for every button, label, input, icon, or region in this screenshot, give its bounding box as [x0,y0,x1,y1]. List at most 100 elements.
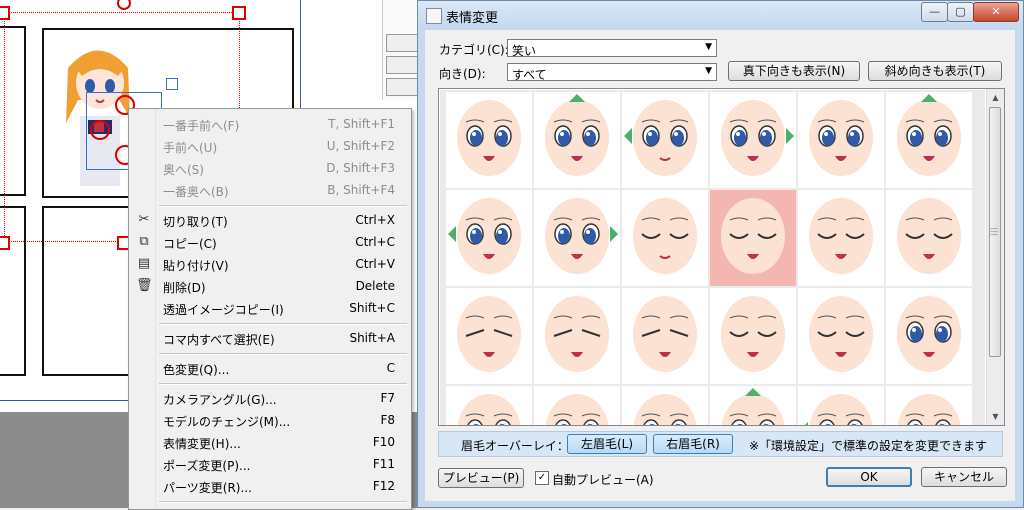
face-icon [721,198,785,274]
expression-thumbnail[interactable] [710,386,796,425]
menu-separator [159,323,407,325]
auto-preview-label[interactable]: 自動プレビュー(A) [552,471,654,488]
menu-item-shortcut: D, Shift+F3 [326,161,395,175]
expression-grid[interactable]: ▲ — — — ▼ [438,88,1005,426]
menu-item-shortcut: Ctrl+C [355,235,395,249]
menu-item-label: 色変更(Q)... [163,363,230,377]
left-eyebrow-button[interactable]: 左眉毛(L) [567,434,647,454]
joint-handle[interactable] [90,120,110,140]
resize-handle[interactable] [232,6,246,20]
expression-thumbnail[interactable] [710,288,796,384]
menu-item-paste[interactable]: ▤ 貼り付け(V) Ctrl+V [131,253,409,275]
expression-thumbnail[interactable] [534,92,620,188]
dialog-body: カテゴリ(C): 笑い ▼ 向き(D): すべて ▼ 真下向きも表示(N) 斜め… [425,30,1015,501]
menu-item-shortcut: Ctrl+X [355,213,395,227]
face-icon [809,100,873,176]
context-menu: 一番手前へ(F) T, Shift+F1 手前へ(U) U, Shift+F2 … [128,108,412,510]
resize-handle[interactable] [0,236,10,250]
menu-item-select-all-in-panel[interactable]: コマ内すべて選択(E) Shift+A [131,327,409,349]
face-icon [721,296,785,372]
expression-thumbnail[interactable] [534,386,620,425]
category-select[interactable]: 笑い ▼ [507,39,717,58]
menu-item-change-expression[interactable]: 表情変更(H)... F10 [131,431,409,453]
menu-item-shortcut: F7 [380,391,395,405]
scroll-up-icon[interactable]: ▲ [987,89,1004,106]
menu-item-shortcut: F11 [372,457,395,471]
expression-thumbnail[interactable] [886,92,972,188]
expression-thumbnail[interactable] [798,92,884,188]
character-handle[interactable] [166,78,178,90]
face-icon [633,394,697,425]
face-icon [721,100,794,176]
expression-thumbnail[interactable] [886,288,972,384]
menu-item-delete[interactable]: 🗑 削除(D) Delete [131,275,409,297]
vertical-scrollbar[interactable]: ▲ — — — ▼ [986,89,1004,425]
dialog-titlebar[interactable]: 表情変更 — ▢ ✕ [418,1,1023,29]
resize-handle[interactable] [0,6,10,20]
menu-item-label: カメラアングル(G)... [163,393,277,407]
face-icon [457,394,521,425]
menu-item-change-pose[interactable]: ポーズ変更(P)... F11 [131,453,409,475]
close-button[interactable]: ✕ [973,2,1019,22]
minimize-button[interactable]: — [921,2,948,22]
menu-item-label: 切り取り(T) [163,215,228,229]
menu-item-send-to-back[interactable]: 一番奥へ(B) B, Shift+F4 [131,179,409,201]
menu-item-label: コピー(C) [163,237,217,251]
face-icon [897,394,961,425]
expression-thumbnail[interactable] [622,386,708,425]
menu-item-change-model[interactable]: モデルのチェンジ(M)... F8 [131,409,409,431]
direction-select[interactable]: すべて ▼ [507,63,717,82]
dialog-title: 表情変更 [446,11,499,26]
expression-thumbnail[interactable] [622,288,708,384]
expression-thumbnail[interactable] [798,288,884,384]
expression-thumbnail[interactable] [798,386,884,425]
expression-thumbnail[interactable] [710,92,796,188]
face-icon [633,198,697,274]
menu-item-shortcut: Delete [355,279,395,293]
menu-item-bring-forward[interactable]: 手前へ(U) U, Shift+F2 [131,135,409,157]
category-label: カテゴリ(C): [439,43,509,57]
menu-item-shortcut: U, Shift+F2 [326,139,395,153]
expression-thumbnail[interactable] [622,92,708,188]
menu-item-cut[interactable]: ✂ 切り取り(T) Ctrl+X [131,209,409,231]
face-icon [457,100,521,176]
menu-item-shortcut: T, Shift+F1 [328,117,395,131]
expression-thumbnail[interactable] [446,92,532,188]
preview-button[interactable]: プレビュー(P) [438,468,524,488]
expression-thumbnail[interactable] [710,190,796,286]
cancel-button[interactable]: キャンセル [921,467,1007,487]
menu-item-change-parts[interactable]: パーツ変更(R)... F12 [131,475,409,497]
menu-item-camera-angle[interactable]: カメラアングル(G)... F7 [131,387,409,409]
scissors-icon: ✂ [138,212,150,227]
show-straight-down-button[interactable]: 真下向きも表示(N) [728,61,860,81]
menu-item-label: 削除(D) [163,281,206,295]
menu-item-transparent-copy[interactable]: 透過イメージコピー(I) Shift+C [131,297,409,319]
scroll-down-icon[interactable]: ▼ [987,408,1004,425]
menu-item-shortcut: Ctrl+V [355,257,395,271]
menu-item-shortcut: Shift+C [349,301,395,315]
menu-item-send-backward[interactable]: 奥へ(S) D, Shift+F3 [131,157,409,179]
menu-item-label: パーツ変更(R)... [163,481,252,495]
auto-preview-checkbox[interactable]: ✓ [535,471,549,485]
menu-item-copy[interactable]: ⧉ コピー(C) Ctrl+C [131,231,409,253]
maximize-button[interactable]: ▢ [947,2,974,22]
show-diagonal-button[interactable]: 斜め向きも表示(T) [868,61,1002,81]
expression-thumbnail[interactable] [534,288,620,384]
eyebrow-overlay-label: 眉毛オーバーレイ： [461,439,569,453]
expression-thumbnail[interactable] [886,386,972,425]
menu-item-change-color[interactable]: 色変更(Q)... C [131,357,409,379]
ok-button[interactable]: OK [826,467,912,487]
expression-thumbnail[interactable] [446,190,532,286]
expression-thumbnail[interactable] [534,190,620,286]
expression-thumbnail[interactable] [886,190,972,286]
copy-icon: ⧉ [139,234,149,249]
grip-icon: — — — [990,224,998,239]
trash-icon: 🗑 [136,278,153,293]
expression-thumbnail[interactable] [622,190,708,286]
expression-thumbnail[interactable] [798,190,884,286]
expression-thumbnail[interactable] [446,386,532,425]
menu-item-bring-to-front[interactable]: 一番手前へ(F) T, Shift+F1 [131,113,409,135]
expression-thumbnail[interactable] [446,288,532,384]
face-icon [545,296,609,372]
right-eyebrow-button[interactable]: 右眉毛(R) [653,434,733,454]
